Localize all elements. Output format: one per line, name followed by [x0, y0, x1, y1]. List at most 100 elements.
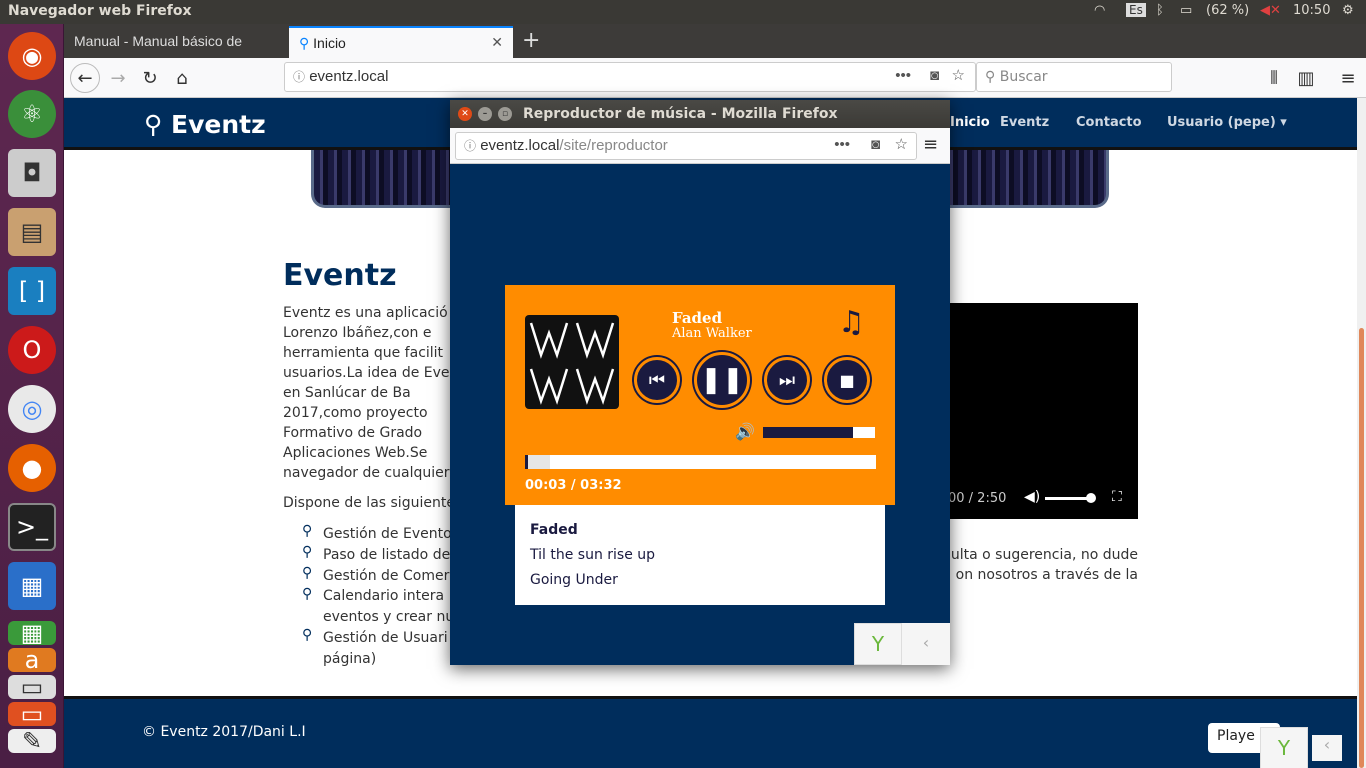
playlist-item[interactable]: Til the sun rise up	[530, 547, 655, 563]
volume-muted-icon[interactable]: ◀✕	[1260, 3, 1281, 18]
page-actions-icon[interactable]: •••	[895, 67, 911, 84]
tab-label: Inicio	[313, 35, 346, 51]
volume-fill	[763, 427, 853, 438]
back-button[interactable]: ←	[70, 63, 100, 93]
opera-icon[interactable]: O	[8, 326, 56, 374]
pause-button[interactable]: ❚❚	[694, 352, 750, 408]
site-brand[interactable]: ⚲ Eventz	[144, 110, 266, 139]
fullscreen-icon[interactable]: ⛶	[1112, 489, 1122, 505]
page-actions-icon[interactable]: •••	[834, 136, 850, 153]
popup-url-host: eventz.local	[480, 137, 560, 154]
feature-item: página)	[323, 651, 377, 667]
debug-toggle-icon[interactable]: ‹	[1312, 735, 1342, 761]
keyboard-lang[interactable]: Es	[1126, 3, 1146, 17]
bookmark-star-icon[interactable]: ☆	[952, 66, 965, 84]
bluetooth-icon[interactable]: ᛒ	[1156, 3, 1164, 18]
contact-text: ulta o sugerencia, no dude on nosotros a…	[948, 545, 1138, 585]
playlist-icon[interactable]: ♫	[838, 305, 865, 340]
para-line: Aplicaciones Web.Se	[283, 445, 428, 461]
atom-icon[interactable]: ⚛	[8, 90, 56, 138]
video-volume-knob[interactable]	[1086, 493, 1096, 503]
video-volume-icon[interactable]: ◀)	[1024, 489, 1040, 505]
location-pin-icon: ⚲	[302, 565, 313, 581]
progress-bar[interactable]	[525, 455, 876, 469]
camera-icon[interactable]: ◘	[8, 149, 56, 197]
minimize-window-icon[interactable]: –	[478, 107, 492, 121]
info-icon[interactable]: ⓘ	[293, 70, 305, 84]
pocket-icon[interactable]: ◙	[871, 136, 880, 153]
stop-icon: ■	[839, 370, 855, 390]
library-icon[interactable]: ⫴	[1260, 64, 1288, 92]
volume-icon[interactable]: 🔊	[735, 422, 755, 441]
previous-button[interactable]: ⏮	[634, 357, 680, 403]
location-pin-icon: ⚲	[144, 110, 163, 139]
menu-icon[interactable]: ≡	[923, 134, 938, 155]
para-line: usuarios.La idea de Eve	[283, 365, 450, 381]
nav-contacto[interactable]: Contacto	[1076, 115, 1142, 130]
pocket-icon[interactable]: ◙	[930, 67, 939, 84]
app-icon[interactable]: ▭	[8, 700, 56, 728]
wifi-icon[interactable]: ◠	[1094, 3, 1105, 18]
features-intro: Dispone de las siguiente	[283, 495, 455, 511]
para-line: en Sanlúcar de Ba	[283, 385, 411, 401]
window-title: Navegador web Firefox	[8, 3, 192, 19]
impress-icon[interactable]: a	[8, 646, 56, 674]
tab-manual[interactable]: Manual - Manual básico de	[64, 26, 288, 58]
firefox-icon[interactable]: ●	[8, 444, 56, 492]
nav-bar: ← → ↻ ⌂ ⓘ eventz.local ••• ◙ ☆ ⚲ Buscar …	[64, 58, 1366, 98]
sidebar-icon[interactable]: ▥	[1292, 64, 1320, 92]
url-bar[interactable]: ⓘ eventz.local ••• ◙ ☆	[284, 62, 976, 92]
location-pin-icon: ⚲	[299, 35, 310, 51]
nav-usuario[interactable]: Usuario (pepe) ▾	[1167, 115, 1287, 130]
chrome-icon[interactable]: ◎	[8, 385, 56, 433]
scrollbar-thumb[interactable]	[1359, 328, 1364, 768]
footer-copyright: © Eventz 2017/Dani L.I	[142, 724, 306, 740]
maximize-window-icon[interactable]: ▫	[498, 107, 512, 121]
text-editor-icon[interactable]: ✎	[8, 727, 56, 755]
yii-logo-icon[interactable]: Y	[1260, 727, 1308, 768]
popup-url-field[interactable]: ⓘ eventz.local/site/reproductor ••• ◙ ☆	[455, 132, 917, 160]
video-volume-slider[interactable]	[1045, 497, 1090, 500]
battery-label[interactable]: (62 %)	[1206, 3, 1249, 18]
terminal-icon[interactable]: >_	[8, 503, 56, 551]
brackets-icon[interactable]: [ ]	[8, 267, 56, 315]
playlist-item-active[interactable]: Faded	[530, 522, 578, 538]
volume-slider[interactable]	[763, 427, 875, 438]
battery-icon[interactable]: ▭	[1180, 3, 1192, 18]
para-line: 2017,como proyecto	[283, 405, 428, 421]
writer-icon[interactable]: ▦	[8, 562, 56, 610]
tab-label: Manual - Manual básico de	[74, 33, 243, 49]
search-placeholder: Buscar	[999, 69, 1048, 85]
next-button[interactable]: ⏭	[764, 357, 810, 403]
bookmark-star-icon[interactable]: ☆	[895, 135, 908, 153]
debug-toggle-icon[interactable]: ‹	[902, 623, 950, 665]
popup-title: Reproductor de música - Mozilla Firefox	[523, 106, 838, 122]
ubuntu-dash-icon[interactable]: ◉	[8, 32, 56, 80]
video-player[interactable]: 00 / 2:50 ◀) ⛶	[948, 303, 1138, 519]
intro-paragraph: Eventz es una aplicació Lorenzo Ibáñez,c…	[283, 303, 450, 483]
reload-button[interactable]: ↻	[136, 64, 164, 92]
close-tab-icon[interactable]: ✕	[491, 34, 503, 51]
new-tab-button[interactable]: +	[522, 28, 540, 53]
search-input[interactable]: ⚲ Buscar	[976, 62, 1172, 92]
playlist-item[interactable]: Going Under	[530, 572, 618, 588]
nav-eventz[interactable]: Eventz	[1000, 115, 1049, 130]
stop-button[interactable]: ■	[824, 357, 870, 403]
calc-icon[interactable]: ▦	[8, 619, 56, 647]
home-button[interactable]: ⌂	[168, 64, 196, 92]
para-line: Eventz es una aplicació	[283, 305, 448, 321]
page-scrollbar[interactable]	[1357, 98, 1366, 768]
clock[interactable]: 10:50	[1293, 3, 1330, 18]
files-icon[interactable]: ▤	[8, 208, 56, 256]
info-icon[interactable]: ⓘ	[464, 139, 476, 153]
software-icon[interactable]: ▭	[8, 673, 56, 701]
menu-icon[interactable]: ≡	[1334, 64, 1362, 92]
close-window-icon[interactable]: ✕	[458, 107, 472, 121]
settings-gear-icon[interactable]: ⚙	[1342, 3, 1354, 18]
yii-logo-icon[interactable]: Y	[854, 623, 902, 665]
nav-inicio[interactable]: Inicio	[950, 115, 990, 130]
alan-walker-logo-icon	[529, 322, 615, 405]
tab-inicio[interactable]: ⚲ Inicio ✕	[289, 26, 513, 58]
popup-url-bar: ⓘ eventz.local/site/reproductor ••• ◙ ☆ …	[450, 128, 950, 164]
forward-button[interactable]: →	[104, 64, 132, 92]
